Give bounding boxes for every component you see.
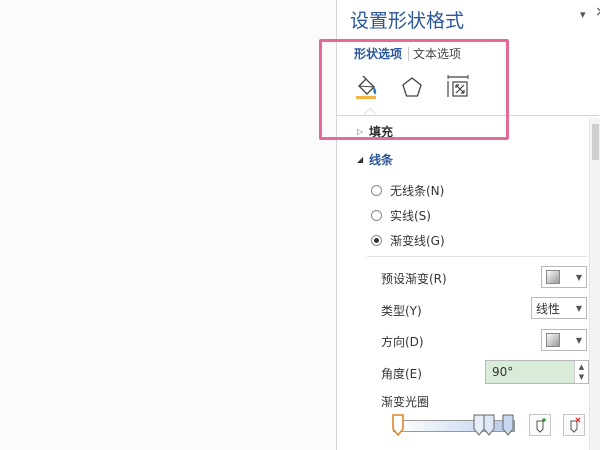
- tab-divider: [408, 46, 410, 61]
- gradient-swatch-icon: [546, 333, 560, 347]
- radio-label: 无线条(N): [390, 184, 445, 198]
- options-tabs: 形状选项 文本选项: [354, 45, 465, 62]
- collapsed-arrow-icon: ▷: [357, 127, 364, 136]
- document-canvas: [0, 0, 336, 450]
- fill-line-icon[interactable]: [351, 72, 381, 102]
- radio-gradient-line[interactable]: 渐变线(G): [371, 232, 445, 249]
- size-properties-icon[interactable]: [443, 72, 473, 102]
- pane-title: 设置形状格式: [350, 10, 465, 32]
- angle-value: 90°: [492, 365, 514, 379]
- radio-label: 渐变线(G): [390, 234, 445, 248]
- add-gradient-stop-button[interactable]: [529, 414, 551, 436]
- header-divider: [337, 115, 599, 116]
- section-fill[interactable]: ▷ 填充: [357, 123, 393, 140]
- direction-dropdown[interactable]: ▼: [541, 329, 587, 351]
- gradient-stop-selected[interactable]: [392, 414, 404, 436]
- angle-label: 角度(E): [381, 367, 422, 381]
- tab-text-options[interactable]: 文本选项: [413, 45, 465, 62]
- remove-gradient-stop-button[interactable]: [563, 414, 585, 436]
- add-stop-icon: [536, 418, 546, 433]
- radio-label: 实线(S): [390, 209, 431, 223]
- preset-gradient-dropdown[interactable]: ▼: [541, 266, 587, 288]
- section-fill-label: 填充: [369, 125, 394, 139]
- type-label: 类型(Y): [381, 304, 422, 318]
- type-value: 线性: [536, 301, 561, 316]
- gradient-stops-bar[interactable]: [393, 420, 515, 432]
- pane-options-icon[interactable]: ▾: [580, 8, 586, 21]
- effects-pentagon-icon[interactable]: [397, 72, 427, 102]
- gradient-swatch-icon: [546, 270, 560, 284]
- gradient-stop[interactable]: [483, 414, 495, 436]
- active-category-indicator: [363, 108, 377, 115]
- pane-scrollbar[interactable]: [589, 118, 600, 450]
- remove-stop-icon: [570, 417, 581, 433]
- radio-button[interactable]: [371, 185, 382, 196]
- angle-input[interactable]: 90° ▲ ▼: [485, 360, 589, 384]
- chevron-down-icon: ▼: [575, 335, 582, 345]
- format-shape-pane: 设置形状格式 ▾ × 形状选项 文本选项: [336, 0, 600, 450]
- tab-shape-options[interactable]: 形状选项: [354, 45, 406, 62]
- radio-button[interactable]: [371, 210, 382, 221]
- direction-label: 方向(D): [381, 335, 424, 349]
- scrollbar-thumb[interactable]: [592, 124, 599, 160]
- category-icons: [351, 72, 489, 102]
- spin-up-icon[interactable]: ▲: [579, 362, 584, 372]
- chevron-down-icon: ▼: [575, 272, 582, 282]
- radio-button-checked[interactable]: [371, 235, 382, 246]
- section-line-label: 线条: [369, 153, 394, 167]
- chevron-down-icon: ▼: [575, 303, 582, 313]
- preset-gradient-label: 预设渐变(R): [381, 272, 447, 286]
- gradient-stops-label: 渐变光圈: [381, 395, 430, 409]
- spin-down-icon[interactable]: ▼: [579, 372, 584, 382]
- section-line[interactable]: ◢ 线条: [357, 151, 393, 168]
- radio-no-line[interactable]: 无线条(N): [371, 182, 444, 199]
- options-divider: [367, 256, 587, 257]
- angle-spinner[interactable]: ▲ ▼: [574, 361, 588, 383]
- type-dropdown[interactable]: 线性 ▼: [531, 297, 587, 319]
- close-icon[interactable]: ×: [595, 4, 600, 20]
- expanded-arrow-icon: ◢: [357, 155, 364, 164]
- radio-solid-line[interactable]: 实线(S): [371, 207, 431, 224]
- gradient-stop[interactable]: [502, 414, 514, 436]
